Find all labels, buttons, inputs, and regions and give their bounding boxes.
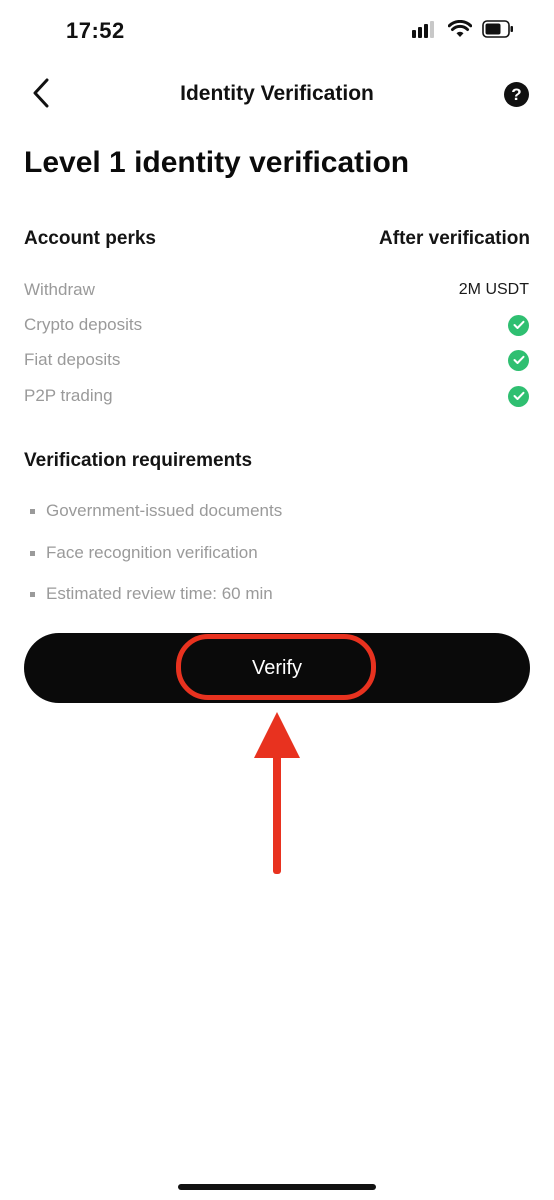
check-icon	[508, 385, 529, 407]
requirements-title: Verification requirements	[24, 450, 253, 471]
help-icon: ?	[511, 84, 522, 104]
bullet-icon	[30, 508, 35, 514]
bullet-icon	[30, 550, 35, 556]
requirement-text: Estimated review time: 60 min	[46, 584, 273, 603]
perk-value: 2M USDT	[458, 281, 529, 298]
requirement-text: Face recognition verification	[46, 543, 258, 562]
signal-icon	[412, 20, 438, 43]
status-icons	[412, 19, 514, 43]
battery-icon	[482, 20, 514, 43]
perk-row-fiat-deposits: Fiat deposits	[24, 346, 529, 374]
page-title: Level 1 identity verification	[24, 146, 410, 179]
nav-bar: Identity Verification ?	[0, 70, 554, 120]
perks-header: Account perks After verification	[24, 228, 530, 250]
perk-label: Crypto deposits	[24, 315, 143, 334]
status-bar: 17:52	[0, 0, 554, 64]
verify-button-label: Verify	[251, 656, 303, 679]
help-button[interactable]: ?	[504, 82, 529, 107]
verify-button[interactable]: Verify	[24, 633, 530, 703]
home-indicator[interactable]	[178, 1184, 376, 1190]
check-icon	[508, 349, 529, 371]
status-time: 17:52	[66, 18, 125, 43]
perk-row-p2p-trading: P2P trading	[24, 382, 529, 410]
perks-header-right: After verification	[379, 228, 530, 249]
requirement-item: Government-issued documents	[30, 501, 530, 521]
requirement-item: Face recognition verification	[30, 543, 530, 563]
perk-label: Fiat deposits	[24, 350, 121, 369]
perk-row-crypto-deposits: Crypto deposits	[24, 311, 529, 339]
wifi-icon	[447, 19, 473, 43]
perk-label: P2P trading	[24, 386, 113, 405]
perks-header-left: Account perks	[24, 228, 156, 249]
check-icon	[508, 314, 529, 336]
perk-row-withdraw: Withdraw 2M USDT	[24, 276, 529, 304]
requirement-item: Estimated review time: 60 min	[30, 584, 530, 604]
annotation-arrow-icon	[252, 712, 302, 877]
bullet-icon	[30, 591, 35, 597]
nav-title: Identity Verification	[180, 82, 374, 105]
perk-label: Withdraw	[24, 280, 95, 299]
requirement-text: Government-issued documents	[46, 501, 283, 520]
